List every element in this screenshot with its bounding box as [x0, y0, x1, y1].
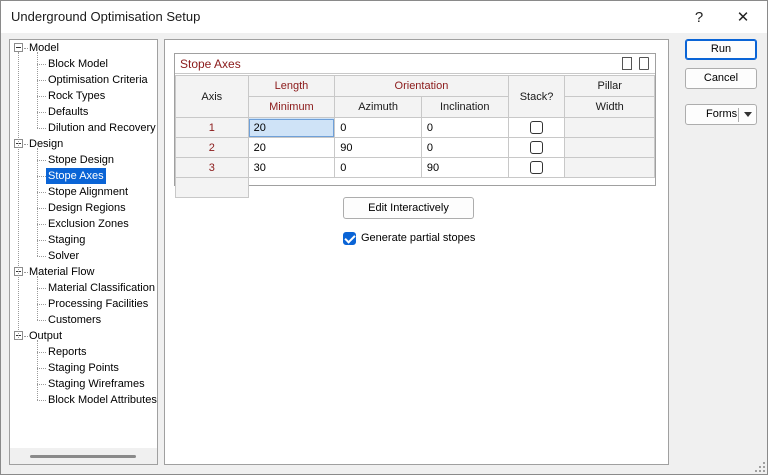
tree-item-stope-alignment[interactable]: Stope Alignment	[48, 184, 128, 200]
header-width: Width	[564, 96, 655, 118]
azimuth-cell[interactable]: 90	[334, 137, 422, 158]
tree-horizontal-scrollbar[interactable]	[10, 448, 157, 464]
stack-checkbox[interactable]	[530, 161, 544, 174]
tree-item-processing-facilities[interactable]: Processing Facilities	[48, 296, 148, 312]
new-row-cells[interactable]	[247, 177, 655, 198]
tree-item-optimisation-criteria[interactable]: Optimisation Criteria	[48, 72, 148, 88]
generate-partial-stopes-label: Generate partial stopes	[361, 232, 476, 244]
run-button[interactable]: Run	[685, 39, 757, 60]
navigation-tree: Model Block Model Optimisation Criteria Roc…	[9, 39, 158, 465]
table-row: 1 20 0 0	[175, 117, 655, 138]
tree-item-block-model[interactable]: Block Model	[48, 56, 108, 72]
pillar-width-cell[interactable]	[564, 157, 655, 178]
tree-item-rock-types[interactable]: Rock Types	[48, 88, 105, 104]
tree-item-dilution-and-recovery[interactable]: Dilution and Recovery	[48, 120, 156, 136]
window-title: Underground Optimisation Setup	[11, 9, 201, 24]
table-row: 2 20 90 0	[175, 137, 655, 158]
stack-checkbox[interactable]	[530, 121, 544, 134]
stack-cell[interactable]	[507, 157, 566, 178]
axes-table: Axis Length Orientation Stack? Pillar Mi…	[175, 75, 655, 198]
grid-title-bar: Stope Axes	[175, 54, 655, 74]
tree-item-solver[interactable]: Solver	[48, 248, 79, 264]
cancel-button[interactable]: Cancel	[685, 68, 757, 89]
title-bar: Underground Optimisation Setup ? ✕	[1, 1, 767, 33]
header-stack: Stack?	[507, 75, 566, 118]
header-length: Length	[247, 75, 336, 97]
tree-item-exclusion-zones[interactable]: Exclusion Zones	[48, 216, 129, 232]
help-button[interactable]: ?	[677, 1, 721, 33]
row-number[interactable]: 2	[175, 137, 249, 158]
tree-item-defaults[interactable]: Defaults	[48, 104, 88, 120]
forms-label: Forms	[706, 108, 738, 120]
forms-separator	[738, 108, 739, 122]
resize-grip-icon[interactable]	[755, 462, 765, 472]
new-row[interactable]	[175, 177, 655, 198]
row-number[interactable]: 1	[175, 117, 249, 138]
row-number[interactable]: 3	[175, 157, 249, 178]
new-document-icon[interactable]	[622, 57, 632, 70]
tree-group-material-flow[interactable]: Material Flow	[29, 264, 94, 280]
header-pillar: Pillar	[564, 75, 655, 97]
tree-group-model[interactable]: Model	[29, 40, 59, 56]
pillar-width-cell[interactable]	[564, 117, 655, 138]
tree-item-staging[interactable]: Staging	[48, 232, 85, 248]
tree-item-customers[interactable]: Customers	[48, 312, 101, 328]
collapse-icon[interactable]	[14, 43, 23, 52]
azimuth-cell[interactable]: 0	[334, 157, 422, 178]
forms-button[interactable]: Forms	[685, 104, 757, 125]
minimum-cell[interactable]: 30	[247, 157, 336, 178]
stack-cell[interactable]	[507, 117, 566, 138]
tree-item-staging-wireframes[interactable]: Staging Wireframes	[48, 376, 145, 392]
tree-item-stope-design[interactable]: Stope Design	[48, 152, 114, 168]
edit-interactively-button[interactable]: Edit Interactively	[343, 197, 474, 219]
tree-item-staging-points[interactable]: Staging Points	[48, 360, 119, 376]
close-button[interactable]: ✕	[721, 1, 765, 33]
minimum-cell[interactable]: 20	[247, 137, 336, 158]
chevron-down-icon[interactable]	[744, 112, 752, 117]
dialog-window: Underground Optimisation Setup ? ✕ Model…	[0, 0, 768, 475]
header-orientation: Orientation	[334, 75, 509, 97]
tree-item-material-classification[interactable]: Material Classification	[48, 280, 155, 296]
stack-cell[interactable]	[507, 137, 566, 158]
inclination-cell[interactable]: 90	[420, 157, 509, 178]
minimum-cell[interactable]: 20	[247, 117, 336, 138]
azimuth-cell[interactable]: 0	[334, 117, 422, 138]
tree-item-stope-axes[interactable]: Stope Axes	[46, 168, 106, 184]
header-axis: Axis	[175, 75, 249, 118]
inclination-cell[interactable]: 0	[420, 117, 509, 138]
new-row-number[interactable]	[175, 177, 249, 198]
header-azimuth: Azimuth	[334, 96, 422, 118]
stope-axes-grid: Stope Axes Axis Length Orientation Stack…	[174, 53, 656, 198]
grid-title: Stope Axes	[180, 57, 241, 71]
stack-checkbox[interactable]	[530, 141, 544, 154]
inclination-cell[interactable]: 0	[420, 137, 509, 158]
tree-item-reports[interactable]: Reports	[48, 344, 87, 360]
generate-partial-stopes-option[interactable]: Generate partial stopes	[343, 230, 475, 246]
tree-item-design-regions[interactable]: Design Regions	[48, 200, 126, 216]
main-panel: Stope Axes Axis Length Orientation Stack…	[164, 39, 669, 465]
header-inclination: Inclination	[420, 96, 509, 118]
header-minimum: Minimum	[247, 96, 336, 118]
tree-group-design[interactable]: Design	[29, 136, 63, 152]
tree-group-output[interactable]: Output	[29, 328, 62, 344]
generate-partial-stopes-checkbox[interactable]	[343, 231, 356, 245]
scrollbar-thumb[interactable]	[30, 455, 136, 458]
pillar-width-cell[interactable]	[564, 137, 655, 158]
calculator-icon[interactable]	[639, 57, 649, 70]
tree-item-block-model-attributes[interactable]: Block Model Attributes	[48, 392, 157, 408]
table-row: 3 30 0 90	[175, 157, 655, 178]
